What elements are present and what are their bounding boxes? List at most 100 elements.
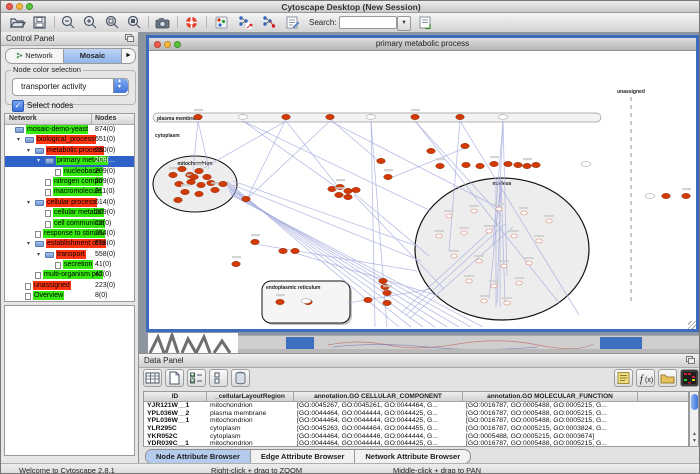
network-node[interactable] xyxy=(523,163,532,168)
network-node[interactable] xyxy=(178,166,187,171)
column-cellular-component[interactable]: annotation.GO CELLULAR_COMPONENT xyxy=(294,393,462,400)
network-node[interactable] xyxy=(411,114,420,119)
network-node[interactable] xyxy=(456,114,465,119)
attribute-grid-icon[interactable] xyxy=(143,369,162,387)
column-region[interactable]: _cellularLayoutRegion xyxy=(207,393,293,400)
tree-expander-icon[interactable]: ▾ xyxy=(37,156,45,166)
network-node[interactable] xyxy=(461,143,470,148)
tree-row[interactable]: nucleobase-209(0) xyxy=(5,167,134,177)
network-node-unfilled[interactable] xyxy=(645,194,655,199)
tree-row[interactable]: ▾transport558(0) xyxy=(5,250,134,260)
column-id[interactable]: ID xyxy=(144,393,206,400)
scroll-down-arrow[interactable]: ▼ xyxy=(691,438,698,445)
tree-row[interactable]: mosaic-demo-yeast874(0) xyxy=(5,125,134,135)
nucleus-node[interactable] xyxy=(526,261,532,265)
network-node[interactable] xyxy=(344,188,353,193)
float-panel-icon[interactable] xyxy=(686,356,695,364)
tree-column-nodes[interactable]: Nodes xyxy=(95,115,116,122)
network-node[interactable] xyxy=(203,174,212,179)
network-node-unfilled[interactable] xyxy=(366,115,376,120)
network-node[interactable] xyxy=(384,174,393,179)
network-node[interactable] xyxy=(335,192,344,197)
tree-row[interactable]: cell communicat22(0) xyxy=(5,219,134,229)
tree-row[interactable]: cellular metabol209(0) xyxy=(5,208,134,218)
network-node[interactable] xyxy=(279,248,288,253)
network-node-unfilled[interactable] xyxy=(301,299,311,304)
network-edge[interactable] xyxy=(330,121,501,209)
network-node[interactable] xyxy=(383,290,392,295)
network-node[interactable] xyxy=(169,172,178,177)
nucleus-node[interactable] xyxy=(436,234,442,238)
open-icon[interactable] xyxy=(9,15,26,30)
tab-overflow-arrow[interactable]: ► xyxy=(122,49,135,63)
scroll-up-arrow[interactable]: ▲ xyxy=(691,431,698,438)
nucleus-node[interactable] xyxy=(471,209,477,213)
network-node[interactable] xyxy=(662,193,671,198)
network-node-unfilled[interactable] xyxy=(581,162,591,167)
nucleus-node[interactable] xyxy=(466,279,472,283)
network-node[interactable] xyxy=(282,114,291,119)
select-nodes-checkbox[interactable]: ✓ xyxy=(12,100,24,112)
nucleus-node[interactable] xyxy=(451,254,457,258)
nucleus-node[interactable] xyxy=(501,264,507,268)
network-node[interactable] xyxy=(197,182,206,187)
tree-row[interactable]: ▾metabolic process280(0) xyxy=(5,146,134,156)
nucleus-node[interactable] xyxy=(491,284,497,288)
table-row[interactable]: YJR121W__1mitochondrion[GO:0045267, GO:0… xyxy=(144,402,688,410)
network-node[interactable] xyxy=(251,239,260,244)
network-node[interactable] xyxy=(326,114,335,119)
nucleus-node[interactable] xyxy=(546,219,552,223)
annotation-icon[interactable] xyxy=(284,15,301,30)
network-node[interactable] xyxy=(436,163,445,168)
network-node[interactable] xyxy=(194,114,203,119)
tab-edge-attribute-browser[interactable]: Edge Attribute Browser xyxy=(251,450,355,463)
tree-row[interactable]: nitrogen compo209(0) xyxy=(5,177,134,187)
network-edge[interactable] xyxy=(243,121,339,189)
table-row[interactable]: YDR039C__1mitochondrion[GO:0044464, GO:0… xyxy=(144,440,688,447)
network-node[interactable] xyxy=(352,187,361,192)
help-lifesaver-icon[interactable] xyxy=(183,15,200,30)
nucleus-node[interactable] xyxy=(446,214,452,218)
tree-row[interactable]: ▾primary metabol209(... xyxy=(5,156,134,166)
network-node[interactable] xyxy=(219,181,228,186)
network-node[interactable] xyxy=(232,261,241,266)
nucleus-node[interactable] xyxy=(511,234,517,238)
table-row[interactable]: YPL036W__1mitochondrion[GO:0044464, GO:0… xyxy=(144,417,688,425)
table-scrollbar[interactable]: ▲ ▼ xyxy=(689,391,699,447)
resize-grip[interactable] xyxy=(688,321,696,329)
nucleus-node[interactable] xyxy=(521,211,527,215)
minimize-view-button[interactable] xyxy=(164,41,171,48)
network-node[interactable] xyxy=(490,161,499,166)
network-edge[interactable] xyxy=(354,193,429,256)
network-edge[interactable] xyxy=(330,119,381,163)
network-node[interactable] xyxy=(174,197,183,202)
network-node[interactable] xyxy=(195,168,204,173)
tree-expander-icon[interactable]: ▾ xyxy=(27,239,35,249)
nucleus-node[interactable] xyxy=(496,207,502,211)
network-node[interactable] xyxy=(211,187,220,192)
tree-column-network[interactable]: Network xyxy=(9,115,37,122)
zoom-region-icon[interactable] xyxy=(125,15,142,30)
tree-row[interactable]: ▾cellular process614(0) xyxy=(5,198,134,208)
network-node[interactable] xyxy=(379,278,388,283)
column-molecular-function[interactable]: annotation.GO MOLECULAR_FUNCTION xyxy=(463,393,637,400)
nucleus-node[interactable] xyxy=(516,281,522,285)
network-node[interactable] xyxy=(462,162,471,167)
network-node[interactable] xyxy=(514,162,523,167)
network-edge[interactable] xyxy=(249,121,330,197)
network-edge[interactable] xyxy=(233,185,421,261)
region-plasma-membrane[interactable] xyxy=(153,113,601,122)
network-node[interactable] xyxy=(427,148,436,153)
delete-attribute-icon[interactable] xyxy=(231,369,250,387)
network-node[interactable] xyxy=(181,189,190,194)
network-edge[interactable] xyxy=(255,244,417,271)
network-node[interactable] xyxy=(276,299,285,304)
network-node[interactable] xyxy=(377,158,386,163)
snapshot-camera-icon[interactable] xyxy=(154,15,171,30)
table-row[interactable]: YLR295Ccytoplasm[GO:0045263, GO:0044464,… xyxy=(144,425,688,433)
search-dropdown-button[interactable]: ▼ xyxy=(397,16,411,31)
zoom-view-button[interactable] xyxy=(174,41,181,48)
tree-row[interactable]: unassigned223(0) xyxy=(5,281,134,291)
nucleus-node[interactable] xyxy=(486,229,492,233)
zoom-fit-icon[interactable] xyxy=(103,15,120,30)
